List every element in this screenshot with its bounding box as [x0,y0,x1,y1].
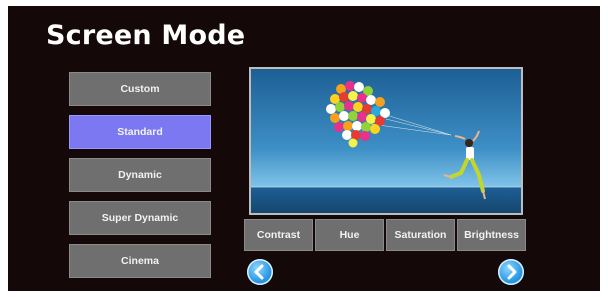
previous-button[interactable] [247,259,273,285]
preview-image [249,67,523,215]
brightness-button[interactable]: Brightness [457,219,526,251]
saturation-button[interactable]: Saturation [386,219,455,251]
hue-button[interactable]: Hue [315,219,384,251]
next-button[interactable] [498,259,524,285]
contrast-button[interactable]: Contrast [244,219,313,251]
mode-button-cinema[interactable]: Cinema [69,244,211,278]
mode-button-dynamic[interactable]: Dynamic [69,158,211,192]
screen-mode-panel: Screen Mode Custom Standard Dynamic Supe… [8,6,600,291]
mode-button-super-dynamic[interactable]: Super Dynamic [69,201,211,235]
chevron-right-icon [507,264,517,280]
chevron-left-icon [254,264,264,280]
page-title: Screen Mode [46,20,246,51]
mode-button-standard[interactable]: Standard [69,115,211,149]
mode-button-custom[interactable]: Custom [69,72,211,106]
